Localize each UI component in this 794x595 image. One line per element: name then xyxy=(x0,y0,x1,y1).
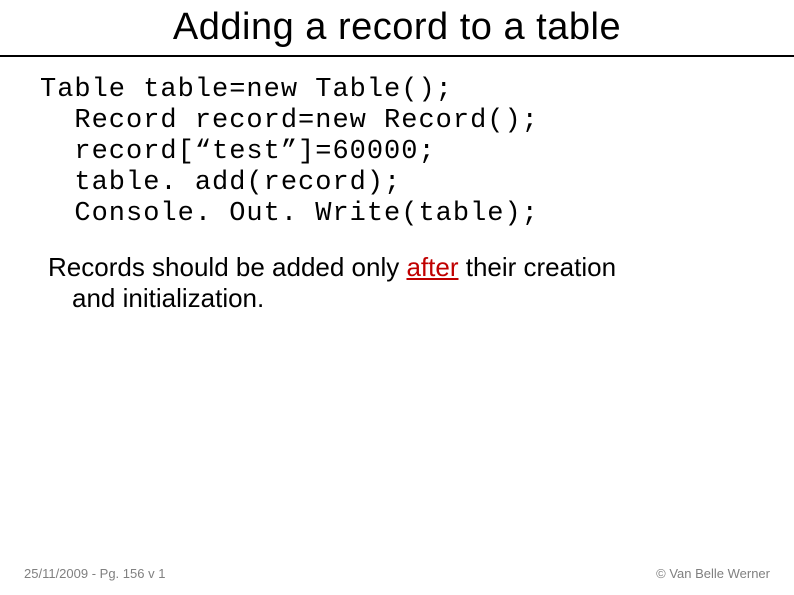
code-line-3: record[“test”]=60000; xyxy=(74,137,435,167)
code-block: Table table=new Table(); Record record=n… xyxy=(40,75,794,230)
code-line-4: table. add(record); xyxy=(74,168,401,198)
slide: Adding a record to a table Table table=n… xyxy=(0,0,794,595)
body-emph-after: after xyxy=(406,252,458,282)
body-text: Records should be added only after their… xyxy=(48,252,746,314)
footer-left: 25/11/2009 - Pg. 156 v 1 xyxy=(24,566,165,581)
body-line1-post: their creation xyxy=(459,252,617,282)
slide-title: Adding a record to a table xyxy=(0,0,794,55)
body-line2: and initialization. xyxy=(72,283,746,314)
body-line1-pre: Records should be added only xyxy=(48,252,406,282)
footer-right: © Van Belle Werner xyxy=(656,566,770,581)
code-line-2: Record record=new Record(); xyxy=(74,106,538,136)
title-divider xyxy=(0,55,794,57)
code-line-1: Table table=new Table(); xyxy=(40,75,453,105)
code-line-5: Console. Out. Write(table); xyxy=(74,199,538,229)
